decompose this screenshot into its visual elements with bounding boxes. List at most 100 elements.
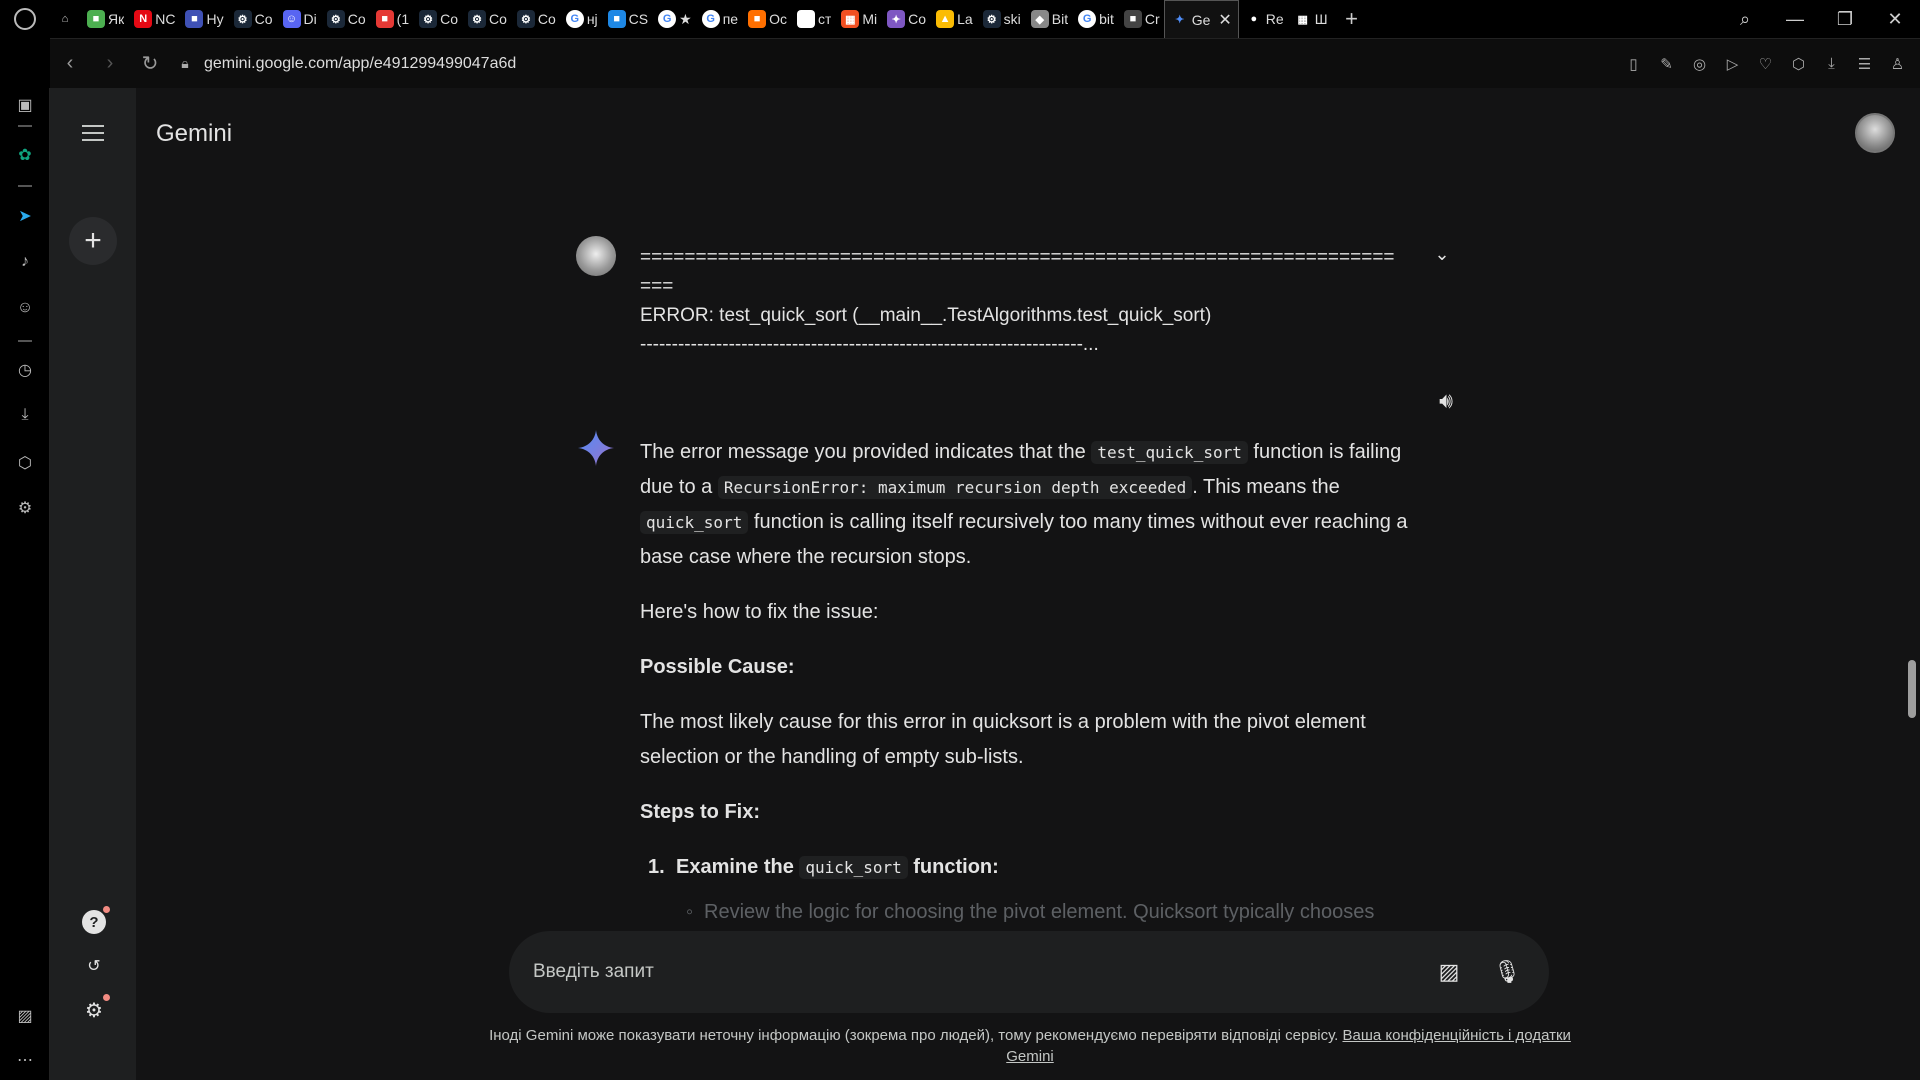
microphone-icon[interactable]: 🎙︎ <box>1489 954 1525 990</box>
tiktok-icon[interactable]: ♪ <box>13 250 37 274</box>
tab-label: Hy <box>206 11 224 27</box>
github-icon: ● <box>1250 13 1258 25</box>
tab[interactable]: ■ Hy <box>179 0 227 38</box>
inline-code: test_quick_sort <box>1091 441 1248 464</box>
app-title: Gemini <box>156 120 233 147</box>
back-icon[interactable]: ‹ <box>50 52 90 75</box>
tab-label: Co <box>537 11 556 27</box>
menu-icon[interactable] <box>82 125 104 141</box>
gallery-icon[interactable]: ▨ <box>13 1004 37 1028</box>
steam-icon: ⚙ <box>468 10 487 28</box>
tab[interactable]: ■ Як <box>81 0 128 38</box>
tab-label: Co <box>440 11 459 27</box>
model-response: The error message you provided indicates… <box>640 435 1420 930</box>
tab[interactable]: ■ (1 <box>370 0 413 38</box>
camera-icon[interactable]: ◎ <box>1683 55 1716 73</box>
more-icon[interactable]: ⋯ <box>13 1048 37 1072</box>
profile-icon[interactable]: ♙ <box>1881 55 1914 73</box>
minimize-icon[interactable]: — <box>1770 9 1820 30</box>
tab-label: Co <box>347 11 366 27</box>
tab[interactable]: ⚙ Co <box>228 0 277 38</box>
send-icon[interactable]: ▷ <box>1716 55 1749 73</box>
netflix-icon: N <box>134 10 153 28</box>
restore-icon[interactable]: ❐ <box>1820 9 1870 30</box>
forward-icon[interactable]: › <box>90 52 130 75</box>
tab[interactable]: ■ Cr <box>1118 0 1164 38</box>
steam-icon: ⚙ <box>419 10 438 28</box>
address-bar: ‹ › ↻ 🔒︎ gemini.google.com/app/e49129949… <box>50 38 1920 88</box>
add-image-icon[interactable]: ▨ <box>1431 954 1467 990</box>
tab[interactable]: ◆ Bit <box>1025 0 1072 38</box>
new-chat-button[interactable]: + <box>69 217 117 265</box>
chevron-down-icon[interactable]: ⌄ <box>1430 244 1454 268</box>
response-text: function is calling itself recursively t… <box>640 511 1408 568</box>
tab[interactable]: ■ Oc <box>742 0 791 38</box>
tab[interactable]: ▦ Ш <box>1288 0 1332 38</box>
settings-icon[interactable]: ⚙ <box>82 994 110 1022</box>
twitch-icon[interactable]: ▣ <box>13 93 37 117</box>
help-icon[interactable]: ? <box>82 906 110 934</box>
sidebar-divider <box>18 125 32 127</box>
chatgpt-icon[interactable]: ✿ <box>13 143 37 167</box>
new-tab-icon[interactable]: + <box>1332 6 1372 32</box>
speaker-icon[interactable]: 🔊︎ <box>1432 388 1460 416</box>
notification-dot <box>103 906 110 913</box>
tab[interactable]: N NC <box>128 0 179 38</box>
tab[interactable]: ● Re <box>1239 0 1288 38</box>
tab[interactable]: ⚙ Co <box>511 0 560 38</box>
tab-label: ст <box>817 11 832 27</box>
inline-code: RecursionError: maximum recursion depth … <box>717 476 1193 499</box>
heart-icon[interactable]: ♡ <box>1749 55 1782 73</box>
close-window-icon[interactable]: ✕ <box>1870 9 1920 30</box>
url-field[interactable]: gemini.google.com/app/e491299499047a6d <box>204 55 1617 73</box>
edit-icon[interactable]: ✎ <box>1650 55 1683 73</box>
reload-icon[interactable]: ↻ <box>130 51 170 76</box>
search-tabs-icon[interactable]: ⌕ <box>1720 9 1770 30</box>
step-text: function: <box>907 856 999 878</box>
tab[interactable]: ▲ La <box>930 0 977 38</box>
tab[interactable]: ☺ Di <box>277 0 321 38</box>
user-avatar <box>576 236 616 276</box>
extensions-cube-icon[interactable]: ⬡ <box>13 451 37 475</box>
reader-icon[interactable]: ▯ <box>1617 55 1650 73</box>
downloads-icon[interactable]: ⤓ <box>13 403 37 427</box>
tab[interactable]: Gbit <box>1072 0 1118 38</box>
user-message-line: ========================================… <box>640 247 1395 268</box>
settings-gear-icon[interactable]: ⚙ <box>13 496 37 520</box>
tab-label: Co <box>489 11 507 27</box>
tab[interactable]: ▦ Mi <box>835 0 881 38</box>
scrollbar[interactable] <box>1908 660 1916 718</box>
history-clock-icon[interactable]: ◷ <box>13 358 37 382</box>
tab[interactable]: ⚙ Co <box>413 0 462 38</box>
tab[interactable]: ■ CS <box>602 0 652 38</box>
close-tab-icon[interactable]: ✕ <box>1218 10 1231 30</box>
address-actions: ▯ ✎ ◎ ▷ ♡ ⬡ ⤓ ☰ ♙ <box>1617 55 1914 73</box>
response-text: . This means the <box>1192 476 1340 498</box>
tab[interactable]: Gнј <box>560 0 602 38</box>
avatar[interactable] <box>1855 113 1895 153</box>
step-text: Examine the <box>676 856 800 878</box>
grid-icon: ▦ <box>1297 13 1308 26</box>
lock-icon[interactable]: 🔒︎ <box>170 55 200 72</box>
opera-logo-icon[interactable] <box>0 0 50 38</box>
tab[interactable]: ✦ Co <box>881 0 930 38</box>
telegram-icon[interactable]: ➤ <box>13 204 37 228</box>
tab[interactable]: ◎ ст <box>791 0 835 38</box>
tab[interactable]: Gпе <box>696 0 742 38</box>
tab-label: NC <box>155 11 176 27</box>
tab[interactable]: ⚙ ski <box>977 0 1025 38</box>
tab-gamepad[interactable]: ⌂ <box>50 0 81 38</box>
tab[interactable]: ⚙ Co <box>462 0 511 38</box>
prompt-input[interactable] <box>533 961 1409 983</box>
download-icon[interactable]: ⤓ <box>1815 55 1848 72</box>
activity-history-icon[interactable]: ↺ <box>82 954 106 978</box>
cube-icon[interactable]: ⬡ <box>1782 55 1815 73</box>
tab-label: Як <box>108 11 125 27</box>
tab[interactable]: G ★ <box>652 0 696 38</box>
tab[interactable]: ⚙ Co <box>321 0 370 38</box>
discord-icon[interactable]: ☺ <box>13 296 37 320</box>
tab-active[interactable]: ✦ Ge ✕ <box>1163 0 1239 38</box>
tab-label: (1 <box>396 11 410 27</box>
tab-label: La <box>957 11 973 27</box>
easy-setup-icon[interactable]: ☰ <box>1848 55 1881 73</box>
